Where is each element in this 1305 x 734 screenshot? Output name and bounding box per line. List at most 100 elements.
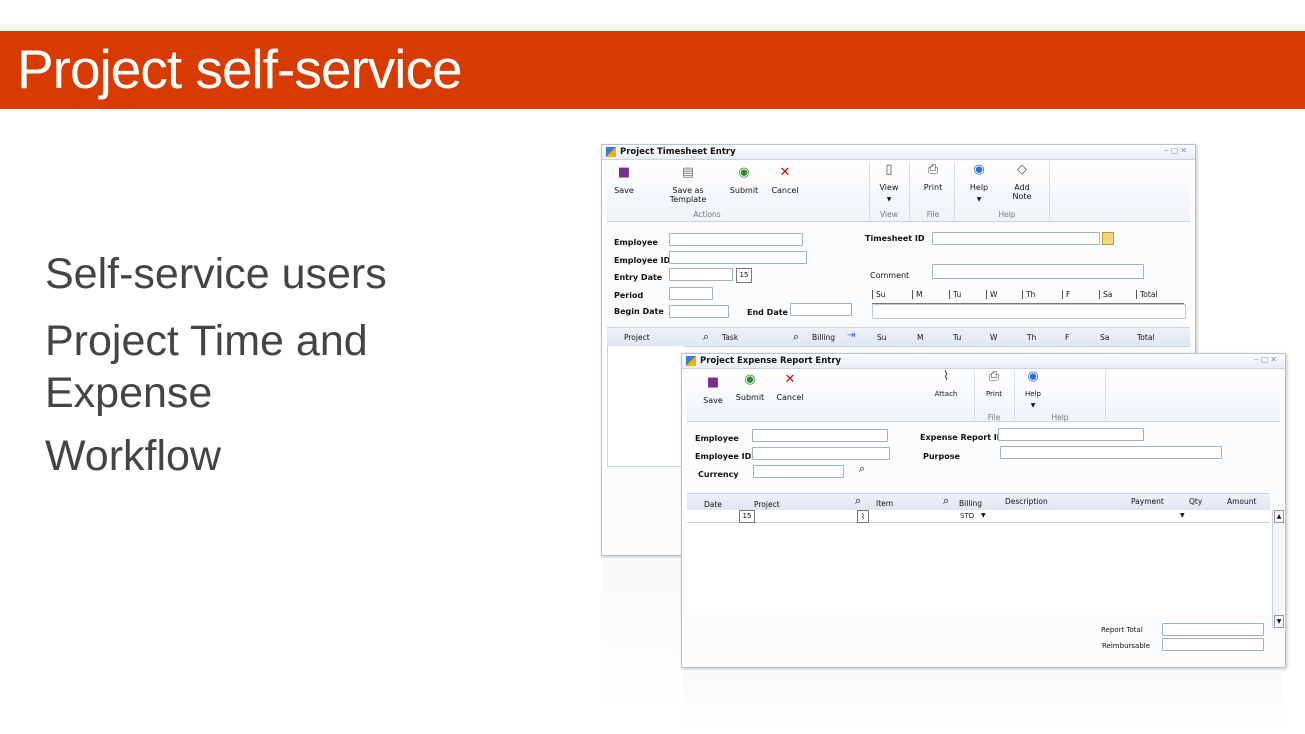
employee-id-label: Employee ID	[695, 452, 752, 461]
employee-field[interactable]	[752, 429, 888, 442]
help-button[interactable]: ◉ Help ▼	[965, 162, 993, 204]
help-button[interactable]: ◉ Help ▼	[1020, 369, 1046, 410]
timesheet-id-field[interactable]	[932, 232, 1100, 245]
employee-id-field[interactable]	[669, 251, 807, 264]
day-header: Sa	[1099, 290, 1112, 299]
lookup-icon[interactable]: ⌕	[703, 330, 709, 344]
employee-label: Employee	[695, 434, 739, 443]
expense-grid-body[interactable]	[687, 523, 1270, 615]
help-circle-icon: ◉	[973, 162, 985, 177]
group-label-actions: Actions	[693, 210, 721, 219]
bullet-list: Self-service users Project Time and Expe…	[45, 248, 465, 497]
slide-title: Project self-service	[17, 38, 463, 100]
slide-title-bar: Project self-service	[0, 31, 1305, 109]
expense-row[interactable]: 15 ⌇ STD ▼ ▼	[687, 510, 1270, 523]
column-header-day: W	[990, 333, 998, 342]
print-button[interactable]: ⎙ Print	[919, 163, 947, 193]
reimbursable-field[interactable]	[1162, 638, 1264, 651]
day-header: Th	[1022, 290, 1035, 299]
scroll-down-icon[interactable]: ▼	[1274, 615, 1284, 628]
app-icon	[686, 356, 696, 366]
column-header-day: M	[917, 333, 924, 342]
expense-report-id-field[interactable]	[998, 428, 1144, 441]
employee-field[interactable]	[669, 233, 803, 246]
dropdown-arrow-icon: ▼	[886, 196, 892, 203]
ribbon-separator	[1105, 371, 1106, 419]
day-header: F	[1062, 290, 1070, 299]
reimbursable-label: Reimbursable	[1102, 642, 1151, 650]
column-header-date: Date	[704, 500, 722, 509]
column-header-project: Project	[754, 500, 780, 509]
employee-id-field[interactable]	[752, 447, 890, 460]
column-header-day: Su	[877, 333, 887, 342]
window-controls-icon[interactable]: ‒▢✕	[1254, 355, 1279, 364]
attach-button[interactable]: ⌇ Attach	[933, 370, 959, 399]
help-circle-icon: ◉	[1027, 369, 1039, 384]
lookup-icon[interactable]: ⌕	[793, 330, 799, 344]
employee-label: Employee	[614, 238, 658, 247]
lookup-icon[interactable]: ⌕	[856, 463, 868, 475]
timesheet-id-label: Timesheet ID	[865, 234, 925, 243]
end-date-field[interactable]	[790, 303, 852, 316]
day-header: Su	[872, 290, 886, 299]
report-total-label: Report Total	[1101, 626, 1143, 634]
timesheet-titlebar: Project Timesheet Entry ‒▢✕	[602, 145, 1195, 160]
add-note-button[interactable]: ◇ Add Note	[1004, 163, 1040, 202]
entry-date-field[interactable]	[669, 268, 733, 281]
dropdown-arrow-icon: ▼	[1030, 402, 1036, 409]
purpose-field[interactable]	[1000, 446, 1222, 459]
bullet-item: Workflow	[45, 432, 222, 480]
submit-button[interactable]: ◉ Submit	[735, 373, 765, 403]
cancel-button[interactable]: ✕ Cancel	[775, 373, 805, 403]
currency-field[interactable]	[753, 465, 844, 478]
cancel-button[interactable]: ✕ Cancel	[770, 165, 800, 196]
comment-field[interactable]	[932, 264, 1144, 279]
period-field[interactable]	[669, 287, 713, 300]
calendar-icon[interactable]: 15	[739, 510, 755, 523]
column-header-description: Description	[1005, 497, 1048, 506]
begin-date-field[interactable]	[669, 305, 729, 318]
billing-value[interactable]: STD	[960, 512, 974, 520]
lookup-icon[interactable]: ⌕	[943, 494, 949, 508]
timesheet-grid-body[interactable]	[607, 346, 684, 467]
timesheet-grid-header: Project ⌕ Task ⌕ Billing ⇥ Su M Tu W Th …	[607, 327, 1190, 347]
submit-button[interactable]: ◉ Submit	[729, 165, 759, 196]
column-header-day: Th	[1027, 333, 1037, 342]
column-header-payment: Payment	[1131, 497, 1164, 506]
comment-label: Comment	[870, 271, 910, 280]
dropdown-arrow-icon[interactable]: ▼	[981, 512, 986, 519]
day-total-fields[interactable]	[872, 304, 1186, 319]
window-controls-icon[interactable]: ‒▢✕	[1164, 146, 1189, 155]
expense-titlebar: Project Expense Report Entry ‒▢✕	[682, 354, 1285, 369]
ribbon-separator	[869, 162, 870, 219]
day-header: M	[912, 290, 922, 299]
printer-icon: ⎙	[988, 369, 1000, 384]
scroll-up-icon[interactable]: ▲	[1274, 510, 1284, 523]
floppy-disk-icon: ■	[617, 165, 631, 180]
lookup-arrow-icon[interactable]: ⇥	[847, 330, 855, 341]
template-icon: ▤	[681, 165, 695, 180]
floppy-disk-icon: ■	[706, 375, 720, 390]
print-button[interactable]: ⎙ Print	[981, 369, 1007, 399]
view-button[interactable]: ▯ View ▼	[875, 163, 903, 204]
vertical-scrollbar[interactable]: ▲ ▼	[1272, 510, 1284, 628]
end-date-label: End Date	[747, 308, 788, 317]
calendar-icon[interactable]: 15	[736, 268, 752, 283]
column-header-amount: Amount	[1227, 497, 1257, 506]
column-header-item: Item	[876, 499, 894, 508]
red-x-icon: ✕	[779, 165, 791, 180]
paperclip-icon[interactable]: ⌇	[857, 510, 869, 523]
group-label-file: File	[926, 210, 940, 219]
employee-id-label: Employee ID	[614, 256, 671, 265]
report-total-field[interactable]	[1162, 623, 1264, 636]
dropdown-arrow-icon[interactable]: ▼	[1180, 512, 1185, 519]
lookup-icon[interactable]: ⌕	[855, 494, 861, 508]
save-button[interactable]: ■ Save	[701, 375, 725, 406]
play-circle-icon: ◉	[738, 165, 750, 180]
ribbon-separator	[954, 162, 955, 219]
save-as-template-button[interactable]: ▤ Save as Template	[653, 165, 723, 205]
period-label: Period	[614, 291, 644, 300]
lookup-icon[interactable]	[1102, 232, 1114, 245]
save-button[interactable]: ■ Save	[613, 165, 635, 196]
day-header-row: Su M Tu W Th F Sa Total	[872, 287, 1184, 304]
